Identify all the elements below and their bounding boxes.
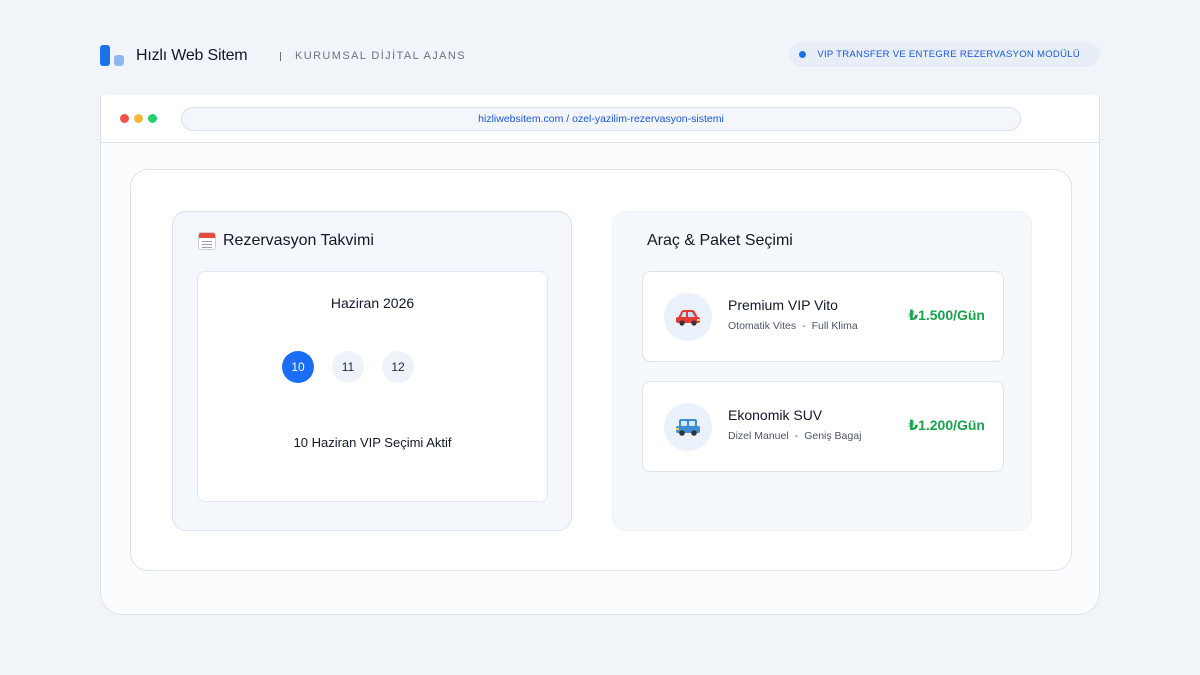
brand-name: Hızlı Web Sitem (136, 47, 248, 64)
vehicle-spec: Geniş Bagaj (804, 430, 862, 442)
maximize-window-icon[interactable] (148, 114, 157, 123)
status-dot-icon (799, 51, 807, 58)
blue-suv-icon (664, 403, 712, 451)
selection-status: 10 Haziran VIP Seçimi Aktif (293, 435, 452, 450)
tagline: KURUMSAL DİJİTAL AJANS (280, 50, 466, 62)
vehicle-spec: Full Klima (811, 320, 858, 332)
brand[interactable]: Hızlı Web Sitem (100, 45, 248, 67)
browser-window: hizliwebsitem.com / ozel-yazilim-rezerva… (100, 95, 1100, 615)
close-window-icon[interactable] (120, 114, 129, 123)
vehicle-package-panel: Araç & Paket Seçimi Premium VIP Vito Oto… (612, 211, 1032, 531)
page-content-card: Rezervasyon Takvimi Haziran 2026 10 11 1… (130, 169, 1072, 571)
calendar-day-11[interactable]: 11 (332, 351, 364, 383)
red-car-icon (664, 293, 712, 341)
calendar-day-10[interactable]: 10 (282, 351, 314, 383)
spec-separator: - (794, 430, 799, 442)
tagline-separator (280, 51, 281, 61)
spec-separator: - (802, 320, 806, 332)
module-badge: VIP TRANSFER VE ENTEGRE REZERVASYON MODÜ… (789, 42, 1100, 67)
vehicle-card-premium-vip-vito[interactable]: Premium VIP Vito Otomatik Vites - Full Kli… (642, 271, 1004, 362)
calendar-title-text: Rezervasyon Takvimi (223, 232, 374, 249)
calendar-panel-title: Rezervasyon Takvimi (198, 232, 374, 250)
vehicle-price: ₺1.200/Gün (908, 417, 985, 433)
vehicle-name: Ekonomik SUV (728, 407, 823, 423)
vehicle-specs: Dizel Manuel - Geniş Bagaj (728, 430, 861, 442)
top-header: Hızlı Web Sitem KURUMSAL DİJİTAL AJANS V… (100, 40, 1100, 70)
reservation-calendar-panel: Rezervasyon Takvimi Haziran 2026 10 11 1… (172, 211, 572, 531)
vehicle-specs: Otomatik Vites - Full Klima (728, 320, 858, 332)
calendar-icon (198, 232, 216, 250)
calendar-month: Haziran 2026 (330, 295, 415, 311)
vehicle-price: ₺1.500/Gün (908, 307, 985, 323)
module-badge-label: VIP TRANSFER VE ENTEGRE REZERVASYON MODÜ… (817, 49, 1080, 60)
vehicle-spec: Otomatik Vites (728, 320, 797, 332)
vehicle-panel-title: Araç & Paket Seçimi (647, 232, 793, 249)
calendar-box: Haziran 2026 10 11 12 10 Haziran VIP Seç… (197, 271, 548, 502)
browser-toolbar: hizliwebsitem.com / ozel-yazilim-rezerva… (101, 95, 1099, 143)
calendar-day-12[interactable]: 12 (382, 351, 414, 383)
tagline-text: KURUMSAL DİJİTAL AJANS (295, 50, 466, 62)
logo-icon (100, 45, 125, 67)
vehicle-name: Premium VIP Vito (728, 297, 838, 313)
minimize-window-icon[interactable] (134, 114, 143, 123)
vehicle-card-ekonomik-suv[interactable]: Ekonomik SUV Dizel Manuel - Geniş Bagaj ₺1… (642, 381, 1004, 472)
address-bar[interactable]: hizliwebsitem.com / ozel-yazilim-rezerva… (181, 107, 1021, 131)
vehicle-spec: Dizel Manuel (728, 430, 789, 442)
